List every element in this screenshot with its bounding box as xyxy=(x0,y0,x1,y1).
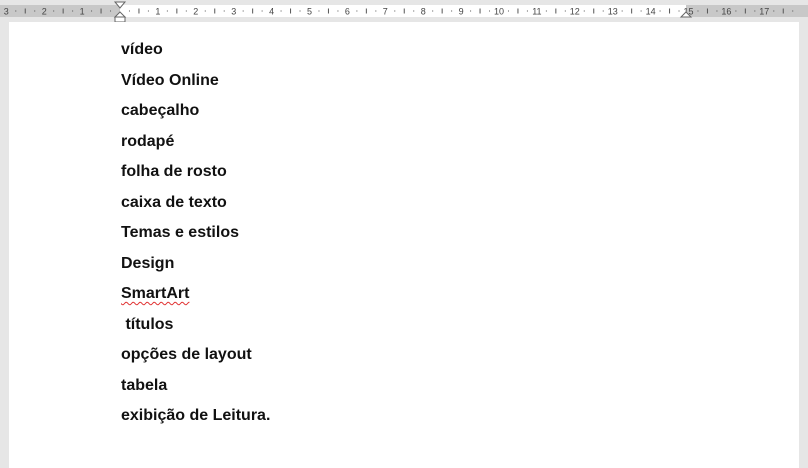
ruler-minor-tick xyxy=(204,10,206,12)
ruler-minor-tick xyxy=(375,10,377,12)
ruler-minor-tick xyxy=(318,10,320,12)
ruler-tick-label: 16 xyxy=(721,7,731,17)
ruler-tick-label: 9 xyxy=(459,7,464,17)
ruler-minor-tick xyxy=(337,10,339,12)
ruler-tick-label: 5 xyxy=(307,7,312,17)
ruler-scale: 3 2 1 1 2 3 4 5 6 7 8 9 10 11 12 13 14 15 16 17 xyxy=(0,1,808,22)
ruler-minor-tick xyxy=(110,10,112,12)
paragraph-text: Vídeo Online xyxy=(121,71,219,89)
ruler-tick-label: 8 xyxy=(421,7,426,17)
ruler-tick-label: 11 xyxy=(532,7,541,17)
paragraph-line[interactable]: tabela xyxy=(121,374,270,405)
paragraph-text: opções de layout xyxy=(121,346,252,363)
ruler-tick-label: 10 xyxy=(494,7,504,17)
ruler-minor-tick xyxy=(299,10,301,12)
ruler-tick-label: 2 xyxy=(42,7,47,17)
ruler-minor-tick xyxy=(678,10,680,12)
ruler-minor-tick xyxy=(53,10,55,12)
ruler-tick-label: 3 xyxy=(4,7,9,17)
document-page[interactable]: vídeo Vídeo Online cabeçalho rodapé folha de… xyxy=(9,22,799,468)
ruler-tick-label: 14 xyxy=(646,7,656,17)
ruler-tick-label: 13 xyxy=(608,7,618,17)
ruler-minor-tick xyxy=(242,10,244,12)
ruler-minor-tick xyxy=(526,10,528,12)
ruler-right-margin xyxy=(686,5,808,17)
misspelled-word: SmartArt xyxy=(121,285,190,302)
ruler-minor-tick xyxy=(91,10,93,12)
ruler-minor-tick xyxy=(470,10,472,12)
ruler-minor-tick xyxy=(394,10,396,12)
ruler-minor-tick xyxy=(716,10,718,12)
paragraph-line[interactable]: cabeçalho xyxy=(121,99,270,130)
ruler-tick-label: 6 xyxy=(345,7,350,17)
ruler-minor-tick xyxy=(128,10,130,12)
paragraph-line[interactable]: Vídeo Online xyxy=(121,69,270,100)
ruler-minor-tick xyxy=(34,10,36,12)
ruler-minor-tick xyxy=(621,10,623,12)
ruler-minor-tick xyxy=(735,10,737,12)
ruler-minor-tick xyxy=(166,10,168,12)
paragraph-line[interactable]: vídeo xyxy=(121,38,270,69)
paragraph-line[interactable]: Temas e estilos xyxy=(121,221,270,252)
paragraph-line[interactable]: SmartArt xyxy=(121,282,270,313)
ruler-tick-label: 1 xyxy=(155,7,160,17)
ruler-minor-tick xyxy=(640,10,642,12)
ruler-minor-tick xyxy=(792,10,794,12)
ruler-minor-tick xyxy=(773,10,775,12)
paragraph-text: cabeçalho xyxy=(121,102,200,119)
ruler-minor-tick xyxy=(564,10,566,12)
paragraph-text: Temas e estilos xyxy=(121,224,239,241)
ruler-minor-tick xyxy=(413,10,415,12)
paragraph-line[interactable]: folha de rosto xyxy=(121,160,270,191)
ruler-minor-tick xyxy=(545,10,547,12)
ruler-minor-tick xyxy=(223,10,225,12)
ruler-minor-tick xyxy=(432,10,434,12)
ruler-minor-tick xyxy=(356,10,358,12)
paragraph-line[interactable]: rodapé xyxy=(121,130,270,161)
paragraph-text: vídeo xyxy=(121,41,163,58)
ruler-minor-tick xyxy=(261,10,263,12)
paragraph-text: tabela xyxy=(121,376,168,394)
ruler-minor-tick xyxy=(451,10,453,12)
ruler-minor-tick xyxy=(754,10,756,12)
ruler-tick-label: 1 xyxy=(80,7,85,17)
ruler-minor-tick xyxy=(659,10,661,12)
document-body[interactable]: vídeo Vídeo Online cabeçalho rodapé folha de… xyxy=(121,38,270,435)
ruler-minor-tick xyxy=(602,10,604,12)
ruler-tick-label: 4 xyxy=(269,7,274,17)
paragraph-text: títulos xyxy=(121,315,174,333)
ruler-tick-label: 2 xyxy=(193,7,198,17)
paragraph-text: caixa de texto xyxy=(121,193,227,211)
paragraph-line[interactable]: Design xyxy=(121,252,270,283)
paragraph-text: folha de rosto xyxy=(121,163,227,180)
ruler-minor-tick xyxy=(697,10,699,12)
paragraph-text: rodapé xyxy=(121,132,175,150)
paragraph-line[interactable]: exibição de Leitura. xyxy=(121,404,270,435)
ruler-tick-label: 17 xyxy=(759,7,769,17)
ruler-minor-tick xyxy=(185,10,187,12)
ruler-minor-tick xyxy=(489,10,491,12)
ruler-tick-label: 12 xyxy=(570,7,580,17)
ruler-tick-label: 7 xyxy=(383,7,388,17)
paragraph-line[interactable]: caixa de texto xyxy=(121,191,270,222)
ruler-minor-tick xyxy=(583,10,585,12)
ruler-tick-label: 3 xyxy=(231,7,236,17)
ruler-minor-tick xyxy=(507,10,509,12)
ruler-minor-tick xyxy=(147,10,149,12)
ruler-minor-tick xyxy=(15,10,17,12)
ruler-left-margin xyxy=(0,5,120,17)
paragraph-text: exibição de Leitura. xyxy=(121,407,271,424)
ruler-minor-tick xyxy=(280,10,282,12)
paragraph-line[interactable]: títulos xyxy=(121,313,270,344)
horizontal-ruler[interactable]: 3 2 1 1 2 3 4 5 6 7 8 9 10 11 12 13 14 15 16 17 xyxy=(0,0,808,22)
paragraph-text: Design xyxy=(121,254,175,272)
ruler-minor-tick xyxy=(72,10,74,12)
paragraph-line[interactable]: opções de layout xyxy=(121,343,270,374)
